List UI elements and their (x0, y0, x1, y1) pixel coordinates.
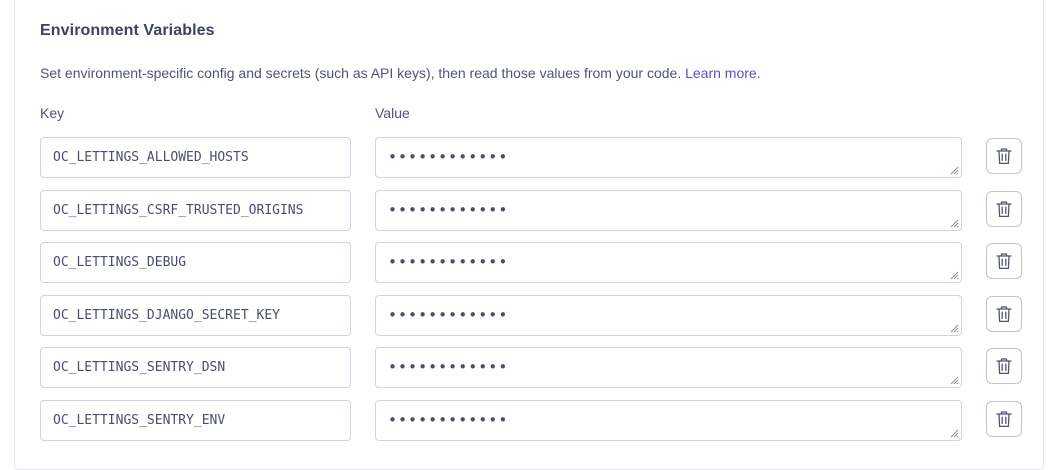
delete-env-var-button[interactable] (986, 190, 1022, 227)
env-value-masked: •••••••••••• (388, 410, 509, 429)
delete-env-var-button[interactable] (986, 295, 1022, 332)
env-value-masked: •••••••••••• (388, 253, 509, 272)
trash-icon (996, 200, 1012, 217)
env-key-input[interactable] (40, 347, 351, 389)
resize-handle-icon[interactable] (950, 324, 959, 333)
resize-handle-icon[interactable] (950, 166, 959, 175)
env-value-masked: •••••••••••• (388, 358, 509, 377)
description-suffix: . (756, 65, 761, 81)
env-value-input[interactable]: •••••••••••• (375, 242, 962, 284)
env-value-masked: •••••••••••• (388, 200, 509, 219)
env-value-input[interactable]: •••••••••••• (375, 399, 962, 441)
section-description: Set environment-specific config and secr… (40, 65, 761, 81)
section-title: Environment Variables (40, 22, 215, 39)
env-value-input[interactable]: •••••••••••• (375, 137, 962, 178)
resize-handle-icon[interactable] (950, 219, 959, 228)
env-value-input[interactable]: •••••••••••• (375, 294, 962, 336)
env-value-masked: •••••••••••• (388, 305, 509, 324)
env-key-input[interactable] (40, 242, 351, 284)
delete-env-var-button[interactable] (986, 400, 1022, 437)
trash-icon (996, 306, 1012, 322)
env-value-input[interactable]: •••••••••••• (375, 189, 962, 231)
resize-handle-icon[interactable] (950, 429, 959, 438)
trash-icon (996, 411, 1012, 428)
env-value-input[interactable]: •••••••••••• (375, 347, 962, 389)
delete-env-var-button[interactable] (986, 348, 1022, 385)
resize-handle-icon[interactable] (950, 376, 959, 385)
resize-handle-icon[interactable] (950, 271, 959, 280)
description-text: Set environment-specific config and secr… (40, 65, 682, 81)
learn-more-link[interactable]: Learn more (685, 65, 757, 81)
trash-icon (996, 358, 1012, 375)
delete-env-var-button[interactable] (986, 138, 1022, 174)
trash-icon (996, 253, 1012, 270)
env-key-input[interactable] (40, 189, 351, 231)
env-key-input[interactable] (40, 137, 351, 178)
delete-env-var-button[interactable] (986, 243, 1022, 280)
env-value-masked: •••••••••••• (388, 148, 509, 166)
trash-icon (996, 148, 1012, 165)
env-key-input[interactable] (40, 294, 351, 336)
key-column-header: Key (40, 105, 65, 121)
env-key-input[interactable] (40, 399, 351, 441)
value-column-header: Value (375, 105, 410, 121)
environment-variables-panel: Environment Variables Set environment-sp… (14, 0, 1044, 470)
